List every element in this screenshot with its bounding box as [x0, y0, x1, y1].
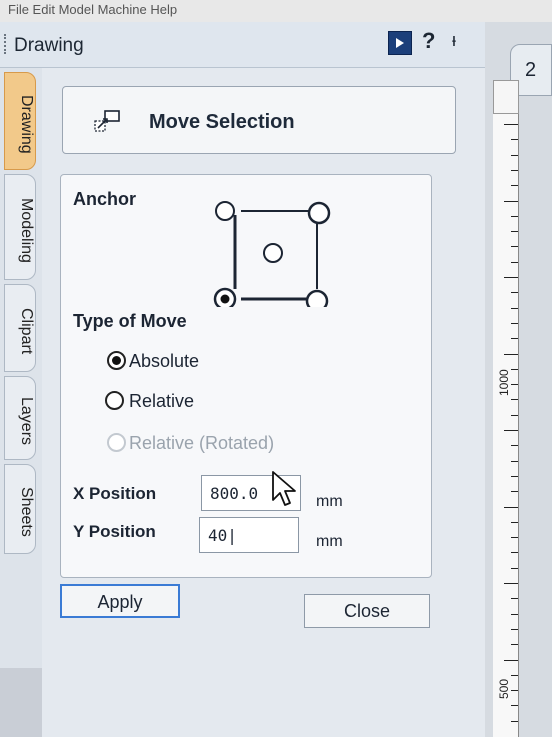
document-area: 2 1000 500 — [485, 22, 552, 737]
ruler-tick — [511, 567, 518, 569]
ruler-tick — [504, 430, 518, 431]
panel-title: Drawing — [14, 35, 84, 56]
move-selection-icon — [94, 110, 120, 132]
ruler-tick — [511, 674, 518, 676]
ruler-tick — [511, 460, 518, 462]
pin-panel-icon[interactable] — [388, 31, 412, 55]
ruler-label-1000: 1000 — [497, 369, 511, 396]
ruler-tick — [511, 537, 518, 539]
tab-drawing[interactable]: Drawing — [4, 72, 36, 170]
drag-grip-icon[interactable] — [4, 34, 7, 54]
anchor-selector — [213, 201, 331, 307]
apply-button[interactable]: Apply — [60, 584, 180, 618]
tab-modeling[interactable]: Modeling — [4, 174, 36, 280]
ruler-tick — [511, 169, 518, 171]
ruler-tick — [511, 414, 518, 416]
y-position-label: Y Position — [73, 522, 156, 541]
ruler-tick — [504, 506, 518, 508]
ruler-tick — [511, 154, 518, 156]
ruler-tick — [511, 338, 518, 340]
y-position-unit: mm — [316, 533, 343, 550]
ruler-tick — [511, 185, 518, 187]
close-button[interactable]: Close — [304, 594, 430, 628]
ruler-label-500: 500 — [497, 678, 511, 699]
ruler-tick — [504, 353, 518, 355]
radio-relative[interactable] — [105, 391, 124, 410]
relative-rotated-label: Relative (Rotated) — [129, 433, 275, 453]
ruler-tick — [511, 292, 518, 294]
ruler-tick — [511, 644, 518, 646]
anchor-top-right[interactable] — [307, 201, 331, 225]
ruler-tick — [504, 583, 518, 584]
tab-clipart[interactable]: Clipart — [4, 284, 36, 372]
move-selection-header: Move Selection — [62, 86, 456, 154]
tab-layers[interactable]: Layers — [4, 376, 36, 460]
panel-title-bar: Drawing ? ᵼ — [0, 22, 485, 68]
ruler-tick — [504, 277, 518, 278]
x-position-unit: mm — [316, 493, 343, 510]
ruler-tick — [511, 690, 518, 692]
ruler-tick — [504, 124, 518, 125]
ruler-tick — [511, 261, 518, 263]
menu-bar[interactable]: File Edit Model Machine Help — [0, 0, 552, 22]
ruler-tick — [511, 445, 518, 447]
ruler-tick — [511, 705, 518, 707]
ruler-tick — [511, 491, 518, 493]
ruler-tick — [511, 246, 518, 248]
anchor-bottom-right[interactable] — [305, 289, 329, 307]
vertical-tab-strip: Drawing Modeling Clipart Layers Sheets — [0, 68, 42, 668]
pushpin-icon[interactable]: ᵼ — [452, 30, 456, 51]
radio-relative-rotated — [107, 433, 126, 452]
ruler-tick — [511, 368, 518, 370]
ruler-tick — [511, 307, 518, 309]
ruler-tick — [504, 200, 518, 202]
ruler-tick — [511, 720, 518, 722]
mouse-cursor-icon — [272, 471, 296, 506]
ruler-tick — [511, 475, 518, 477]
ruler-tick — [511, 552, 518, 554]
move-options-box: Anchor Type of Move Absolute Relative Re… — [60, 174, 432, 578]
ruler-corner[interactable] — [493, 80, 519, 114]
ruler-tick — [511, 598, 518, 600]
ruler-tick — [511, 322, 518, 324]
ruler-tick — [511, 521, 518, 523]
ruler-tick — [504, 659, 518, 661]
anchor-top-left[interactable] — [215, 201, 235, 221]
type-of-move-label: Type of Move — [73, 311, 187, 331]
tab-sheets[interactable]: Sheets — [4, 464, 36, 554]
page-title: Move Selection — [149, 111, 295, 133]
relative-label[interactable]: Relative — [129, 391, 194, 412]
anchor-bottom-left[interactable] — [213, 287, 237, 307]
absolute-label[interactable]: Absolute — [129, 351, 199, 372]
ruler-tick — [511, 384, 518, 386]
ruler-tick — [511, 613, 518, 615]
ruler-tick — [511, 399, 518, 401]
anchor-label: Anchor — [73, 189, 136, 209]
x-position-label: X Position — [73, 484, 157, 503]
ruler-tick — [511, 215, 518, 217]
help-icon[interactable]: ? — [422, 28, 435, 54]
ruler-tick — [511, 139, 518, 141]
anchor-center[interactable] — [263, 243, 283, 263]
radio-absolute[interactable] — [107, 351, 126, 370]
vertical-ruler: 1000 500 — [493, 114, 519, 737]
ruler-tick — [511, 628, 518, 630]
ruler-tick — [511, 231, 518, 233]
y-position-field[interactable]: 40| — [199, 517, 299, 553]
